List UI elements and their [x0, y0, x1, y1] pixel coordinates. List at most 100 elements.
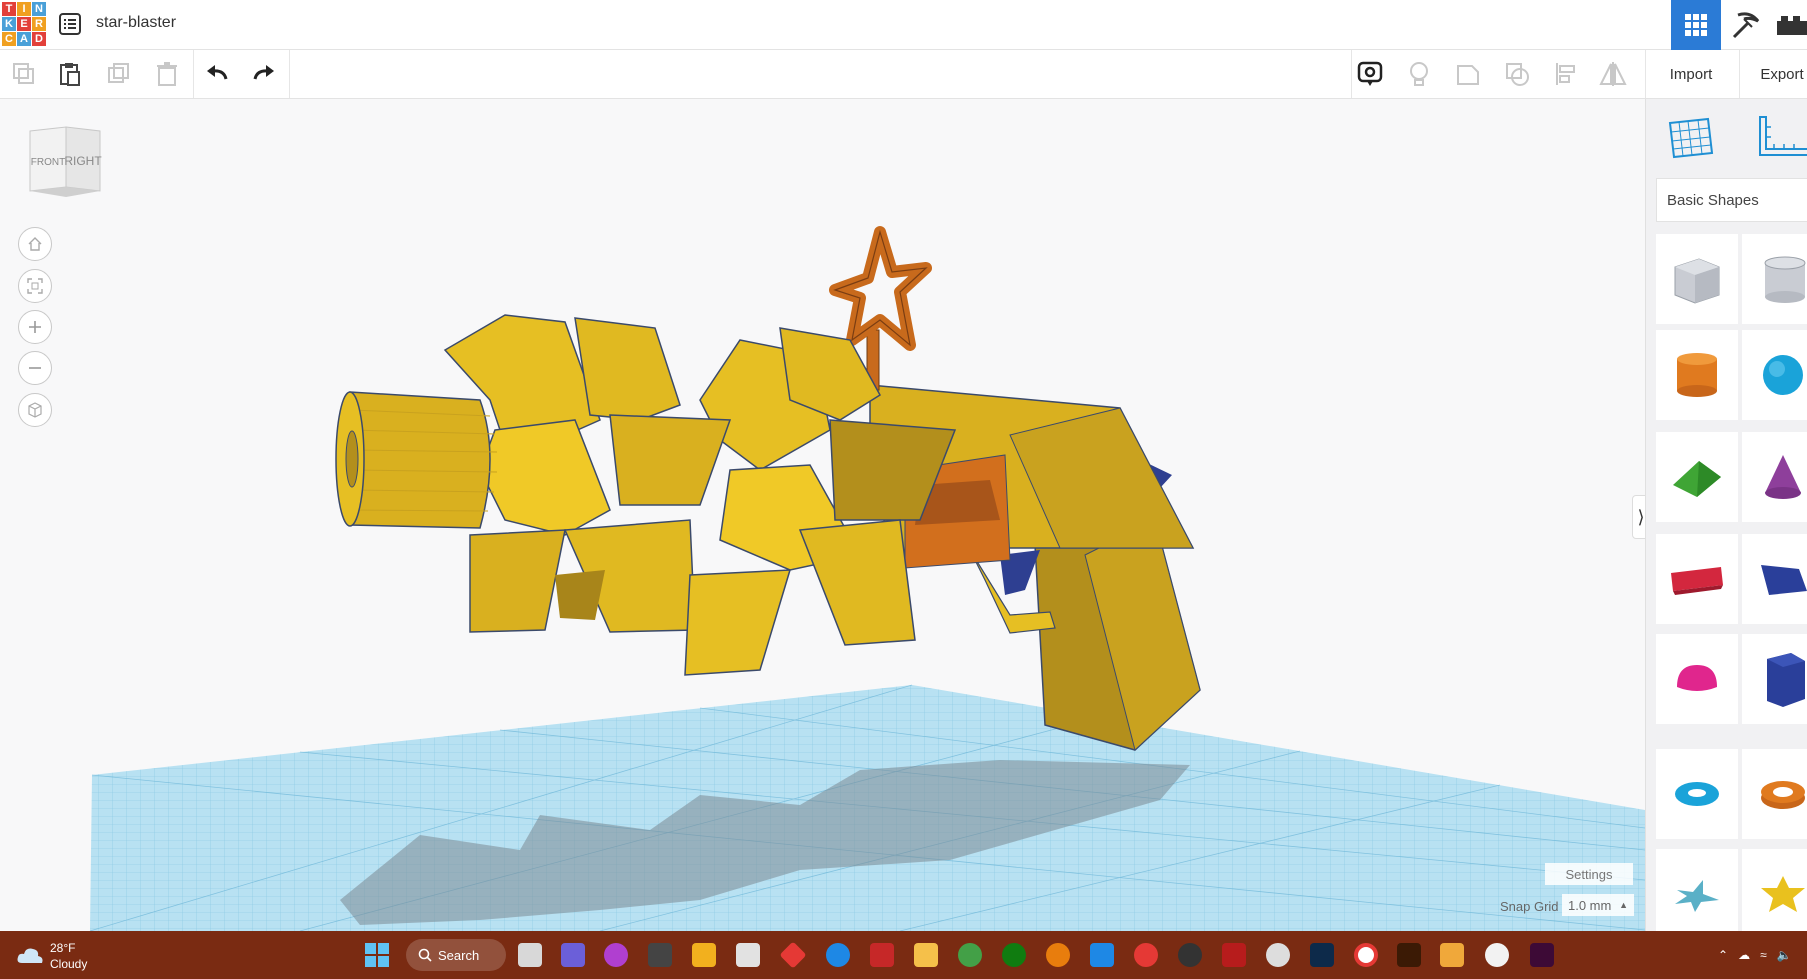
photoshop-icon[interactable]: [1310, 943, 1334, 967]
star-point-low-4[interactable]: [798, 519, 916, 646]
view-cube-graphic: FRONT RIGHT: [29, 126, 102, 197]
shape-star-yellow[interactable]: [1742, 849, 1807, 939]
rockstar-icon[interactable]: [692, 943, 716, 967]
teams-icon[interactable]: [561, 943, 585, 967]
perspective-button[interactable]: [18, 393, 52, 427]
star-point-low-3[interactable]: [684, 569, 792, 676]
star-face-1[interactable]: [479, 419, 611, 536]
ungroup-icon: [1506, 63, 1529, 86]
lightbulb-icon: [1410, 62, 1428, 86]
shape-cone[interactable]: [1742, 432, 1807, 522]
shape-category-dropdown[interactable]: Basic Shapes: [1656, 178, 1807, 222]
redo-button[interactable]: [247, 58, 281, 90]
xbox-icon[interactable]: [1002, 943, 1026, 967]
export-button[interactable]: Export: [1742, 58, 1807, 90]
trash-icon: [157, 62, 177, 86]
store-icon[interactable]: [736, 943, 760, 967]
star-point-low-1[interactable]: [469, 529, 566, 633]
shape-star[interactable]: [1656, 849, 1738, 939]
shape-torus[interactable]: [1656, 749, 1738, 839]
workplane-tool[interactable]: [1666, 113, 1716, 163]
zoom-out-button[interactable]: [18, 351, 52, 385]
3d-design-view-button[interactable]: [1671, 0, 1721, 50]
filezilla-icon[interactable]: [1222, 943, 1246, 967]
shape-tube[interactable]: [1742, 749, 1807, 839]
shape-roof[interactable]: [1656, 432, 1738, 522]
import-button[interactable]: Import: [1646, 58, 1736, 90]
view-cube[interactable]: FRONT RIGHT: [26, 125, 102, 199]
paste-button[interactable]: [53, 58, 87, 90]
blocks-view-button[interactable]: [1724, 4, 1768, 46]
snap-grid-dropdown[interactable]: 1.0 mm ▲: [1562, 894, 1634, 916]
blender-icon[interactable]: [1046, 943, 1070, 967]
star-face-2[interactable]: [609, 414, 732, 506]
pickaxe-icon: [1732, 12, 1760, 39]
help-icon[interactable]: [826, 943, 850, 967]
duplicate-button[interactable]: [102, 58, 136, 90]
view-cube-right-label: RIGHT: [64, 154, 102, 168]
logo-letter: I: [17, 2, 31, 16]
tinkercad-logo[interactable]: T I N K E R C A D: [2, 2, 46, 48]
fox-app-icon[interactable]: [1485, 943, 1509, 967]
workplane-viewport[interactable]: FRONT RIGHT Settings Snap Grid 1.0 mm ▲: [0, 99, 1645, 931]
ungroup-button[interactable]: [1500, 58, 1534, 90]
text-shape-icon: [1671, 567, 1723, 595]
game-app-icon[interactable]: [648, 943, 672, 967]
group-button[interactable]: [1451, 58, 1485, 90]
picsart-icon[interactable]: [604, 943, 628, 967]
bricks-view-button[interactable]: [1774, 4, 1807, 46]
barrel-bore: [345, 430, 359, 488]
notes-button[interactable]: [1353, 58, 1387, 90]
shape-wedge[interactable]: [1742, 534, 1807, 624]
settings-button[interactable]: Settings: [1545, 863, 1633, 885]
design-title[interactable]: star-blaster: [96, 14, 176, 32]
star-block-2[interactable]: [574, 317, 681, 421]
google-chrome-icon[interactable]: [1354, 943, 1378, 967]
logo-letter: R: [32, 17, 46, 31]
copy-button[interactable]: [7, 58, 41, 90]
star-yellow-icon: [1761, 876, 1805, 912]
home-view-button[interactable]: [18, 227, 52, 261]
shape-sphere[interactable]: [1742, 330, 1807, 420]
weather-widget[interactable]: 28°F Cloudy: [16, 939, 136, 973]
file-explorer-icon[interactable]: [914, 943, 938, 967]
media-player-icon[interactable]: [1178, 943, 1202, 967]
delete-button[interactable]: [150, 58, 184, 90]
start-button[interactable]: [364, 942, 390, 968]
shape-polygon[interactable]: [1742, 634, 1807, 724]
compass-icon[interactable]: [1266, 943, 1290, 967]
shape-box-striped[interactable]: [1656, 234, 1738, 324]
undo-button[interactable]: [200, 58, 234, 90]
cloud-icon: [17, 948, 43, 963]
logo-letter: K: [2, 17, 16, 31]
shape-cylinder[interactable]: [1656, 330, 1738, 420]
snap-grid-label: Snap Grid: [1500, 899, 1559, 914]
logo-letter: T: [2, 2, 16, 16]
ruler-tool[interactable]: [1754, 113, 1807, 163]
ruler-icon: [1759, 116, 1807, 156]
illustrator-icon[interactable]: [1397, 943, 1421, 967]
shape-half-sphere[interactable]: [1656, 634, 1738, 724]
dreamweaver-icon[interactable]: [1530, 943, 1554, 967]
align-button[interactable]: [1549, 58, 1583, 90]
design-list-button[interactable]: [58, 12, 82, 36]
fit-view-button[interactable]: [18, 269, 52, 303]
slides-icon[interactable]: [1440, 943, 1464, 967]
chrome-app-icon[interactable]: [958, 943, 982, 967]
scene-canvas[interactable]: [0, 99, 1645, 931]
system-tray[interactable]: ⌃ ☁ ≈ 🔈: [1718, 945, 1807, 965]
network-app-icon[interactable]: [1090, 943, 1114, 967]
diamond-app-icon[interactable]: [779, 941, 807, 969]
mcafee-icon[interactable]: [870, 943, 894, 967]
blaster-barrel[interactable]: [349, 391, 491, 529]
shape-text[interactable]: [1656, 534, 1738, 624]
list-icon: [59, 13, 81, 35]
taskbar-search[interactable]: Search: [406, 939, 506, 971]
star-ornament[interactable]: [829, 226, 932, 351]
youtube-icon[interactable]: [1134, 943, 1158, 967]
zoom-in-button[interactable]: [18, 310, 52, 344]
light-bulb-button[interactable]: [1402, 58, 1436, 90]
mirror-button[interactable]: [1596, 58, 1630, 90]
task-view-icon[interactable]: [518, 943, 542, 967]
shape-cylinder-striped[interactable]: [1742, 234, 1807, 324]
